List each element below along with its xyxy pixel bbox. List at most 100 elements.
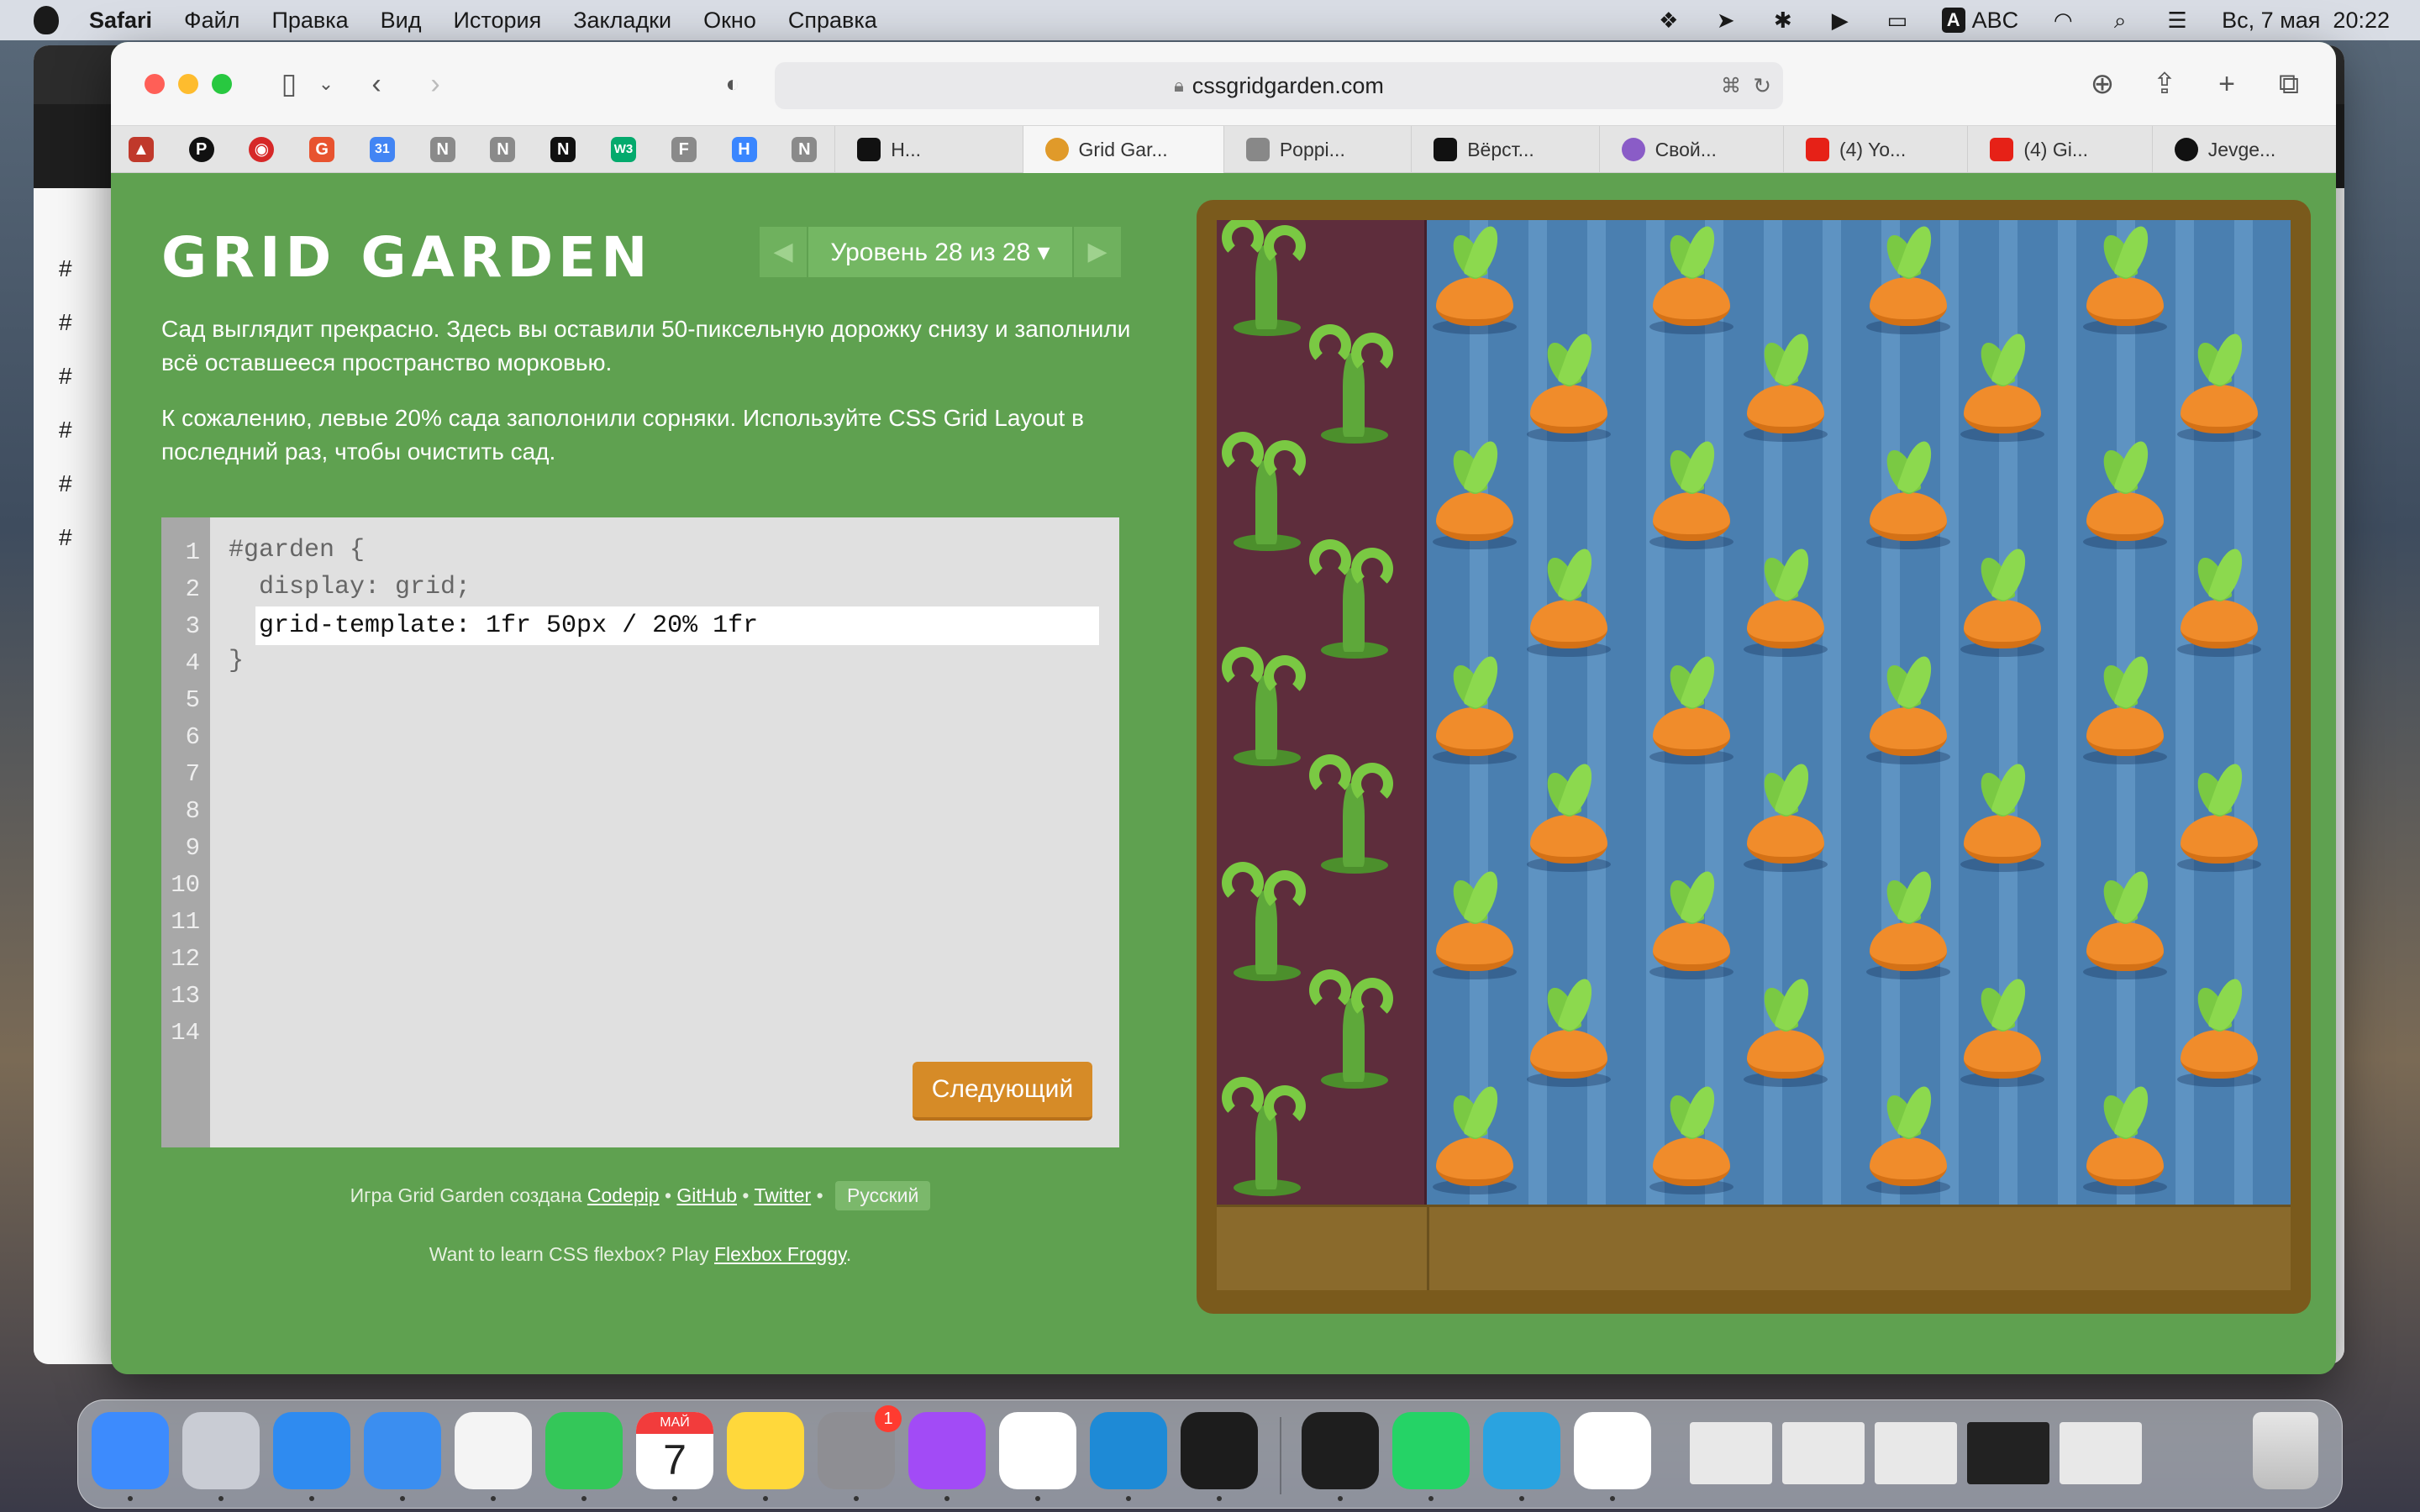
browser-tab[interactable]: Свой...: [1598, 126, 1783, 173]
running-indicator: [128, 1496, 133, 1501]
battery-icon[interactable]: ▭: [1885, 8, 1910, 33]
trash-icon[interactable]: [2253, 1412, 2318, 1489]
photos-icon[interactable]: [455, 1412, 532, 1489]
favorite-tab[interactable]: 31: [352, 126, 413, 173]
codepip-link[interactable]: Codepip: [587, 1184, 660, 1206]
menu-app-safari[interactable]: Safari: [89, 8, 152, 34]
tab-title: Вёрст...: [1467, 138, 1534, 160]
minimized-window-thumbnail[interactable]: [2060, 1422, 2142, 1484]
favorite-tab[interactable]: N: [473, 126, 534, 173]
favorite-tab[interactable]: N: [774, 126, 834, 173]
bluetooth-icon[interactable]: ✱: [1770, 8, 1796, 33]
favorite-tab[interactable]: P: [171, 126, 232, 173]
menu-window[interactable]: Окно: [703, 8, 756, 34]
browser-tab[interactable]: Н...: [834, 126, 1022, 173]
terminal-icon[interactable]: [1181, 1412, 1258, 1489]
minimized-window-thumbnail[interactable]: [1782, 1422, 1865, 1484]
close-window-button[interactable]: [145, 74, 165, 94]
apple-menu-icon[interactable]: [34, 6, 59, 34]
share-icon[interactable]: ⇪: [2148, 67, 2181, 101]
chevron-down-icon[interactable]: ⌄: [309, 67, 343, 101]
messenger-icon[interactable]: [908, 1412, 986, 1489]
input-source[interactable]: A ABC: [1941, 8, 2018, 34]
forward-icon[interactable]: ›: [418, 67, 452, 101]
browser-tab[interactable]: Poppi...: [1223, 126, 1411, 173]
notification-badge: 1: [875, 1405, 902, 1432]
carrot-sprite: [1960, 760, 2044, 872]
play-circle-icon[interactable]: ▶: [1828, 8, 1853, 33]
wifi-icon[interactable]: ◠: [2050, 8, 2075, 33]
menu-help[interactable]: Справка: [788, 8, 877, 34]
address-bar[interactable]: 🔒︎ cssgridgarden.com ⌘ ↻: [775, 62, 1783, 109]
minimized-window-thumbnail[interactable]: [1875, 1422, 1957, 1484]
new-tab-icon[interactable]: +: [2210, 67, 2244, 101]
github-link[interactable]: GitHub: [676, 1184, 737, 1206]
level-dropdown[interactable]: Уровень 28 из 28 ▾: [807, 227, 1074, 277]
menu-view[interactable]: Вид: [381, 8, 422, 34]
system-settings-icon[interactable]: 1: [818, 1405, 902, 1489]
favorite-tab[interactable]: H: [714, 126, 775, 173]
menu-bookmarks[interactable]: Закладки: [573, 8, 671, 34]
menu-edit[interactable]: Правка: [271, 8, 348, 34]
browser-tab[interactable]: (4) Yo...: [1782, 126, 1967, 173]
sidebar-toggle-icon[interactable]: ▯: [272, 67, 306, 101]
twitter-link[interactable]: Twitter: [754, 1184, 811, 1206]
facetime-icon[interactable]: [545, 1412, 623, 1489]
finder-icon[interactable]: [92, 1412, 169, 1489]
css-code-input[interactable]: [255, 606, 1099, 645]
next-level-arrow-icon[interactable]: ▶: [1074, 227, 1121, 277]
privacy-shield-icon[interactable]: ◐: [716, 67, 750, 101]
translate-icon[interactable]: ⌘: [1721, 74, 1741, 98]
language-select[interactable]: Русский: [835, 1181, 931, 1210]
tab-overview-icon[interactable]: ⧉: [2272, 67, 2306, 101]
flexbox-froggy-link[interactable]: Flexbox Froggy: [714, 1243, 846, 1265]
zoom-window-button[interactable]: [212, 74, 232, 94]
browser-tab-active[interactable]: Grid Gar...: [1022, 126, 1223, 173]
carrot-sprite: [2083, 1083, 2167, 1194]
browser-tab[interactable]: Jevge...: [2151, 126, 2336, 173]
figma-status-icon[interactable]: ❖: [1656, 8, 1681, 33]
favorite-tab[interactable]: W3: [593, 126, 654, 173]
weed-sprite: [1222, 857, 1314, 983]
favorite-tab[interactable]: N: [533, 126, 593, 173]
figma-icon[interactable]: [1302, 1412, 1379, 1489]
vscode-icon[interactable]: [1090, 1412, 1167, 1489]
chrome-icon[interactable]: [1574, 1412, 1651, 1489]
favorite-tab[interactable]: G: [292, 126, 352, 173]
minimized-window-thumbnail[interactable]: [1967, 1422, 2049, 1484]
menu-file[interactable]: Файл: [184, 8, 239, 34]
favorite-tab[interactable]: ◉: [232, 126, 292, 173]
whatsapp-icon[interactable]: [1392, 1412, 1470, 1489]
clock[interactable]: Вс, 7 мая 20:22: [2222, 8, 2390, 34]
carrot-sprite: [1744, 975, 1828, 1087]
prev-level-arrow-icon[interactable]: ◀: [760, 227, 807, 277]
hash-icon: #: [59, 524, 72, 550]
menu-history[interactable]: История: [454, 8, 542, 34]
carrot-sprite: [1866, 653, 1950, 764]
favorite-tab[interactable]: N: [413, 126, 473, 173]
mail-icon[interactable]: [364, 1412, 441, 1489]
downloads-icon[interactable]: ⊕: [2086, 67, 2119, 101]
reload-icon[interactable]: ↻: [1753, 73, 1771, 99]
launchpad-icon[interactable]: [182, 1412, 260, 1489]
back-icon[interactable]: ‹: [360, 67, 393, 101]
browser-tab[interactable]: (4) Gi...: [1967, 126, 2151, 173]
minimize-window-button[interactable]: [178, 74, 198, 94]
carrot-sprite: [1649, 1083, 1733, 1194]
input-source-badge: A: [1941, 8, 1965, 33]
next-level-button[interactable]: Следующий: [913, 1062, 1092, 1121]
browser-tab[interactable]: Вёрст...: [1411, 126, 1598, 173]
calendar-icon[interactable]: МАЙ 7: [636, 1412, 713, 1489]
slack-icon[interactable]: [999, 1412, 1076, 1489]
safari-icon[interactable]: [273, 1412, 350, 1489]
favorite-tab[interactable]: F: [654, 126, 714, 173]
hash-icon: #: [59, 309, 72, 335]
minimized-window-thumbnail[interactable]: [1690, 1422, 1772, 1484]
control-center-icon[interactable]: ☰: [2165, 8, 2190, 33]
telegram-icon[interactable]: [1483, 1412, 1560, 1489]
favorite-tab[interactable]: ▲: [111, 126, 171, 173]
carrot-sprite: [1866, 438, 1950, 549]
telegram-status-icon[interactable]: ➤: [1713, 8, 1739, 33]
spotlight-search-icon[interactable]: ⌕: [2107, 8, 2133, 33]
notes-icon[interactable]: [727, 1412, 804, 1489]
